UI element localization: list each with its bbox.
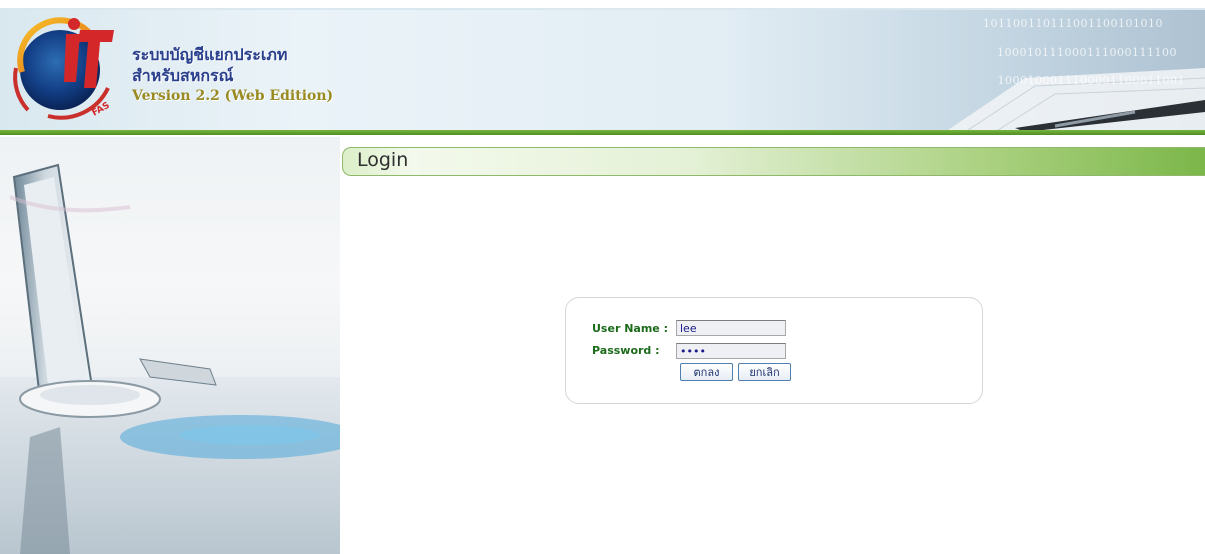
- it-logo: FAS: [13, 17, 114, 120]
- username-label: User Name :: [592, 322, 668, 335]
- monitor-photo: [0, 163, 340, 554]
- brand-block: ระบบบัญชีแยกประเภท สำหรับสหกรณ์ Version …: [132, 44, 333, 107]
- page-title: Login: [357, 149, 409, 171]
- login-title-bar: Login: [342, 147, 1205, 176]
- system-name-line2: สำหรับสหกรณ์: [132, 66, 234, 85]
- password-label: Password :: [592, 344, 660, 357]
- page-header: FAS ระบบบัญชีแยกประเภท สำหรับสหกรณ์ Vers…: [0, 8, 1205, 132]
- username-input[interactable]: [676, 320, 786, 336]
- password-input[interactable]: [676, 343, 786, 359]
- login-form: User Name : Password : ตกลง ยกเลิก: [565, 297, 983, 404]
- binary-line-1: 101100110111001100101010: [983, 17, 1163, 30]
- header-green-bar: [0, 130, 1205, 135]
- version-text: Version 2.2 (Web Edition): [132, 88, 334, 104]
- ok-button[interactable]: ตกลง: [680, 363, 733, 381]
- cancel-button[interactable]: ยกเลิก: [738, 363, 791, 381]
- system-name-line1: ระบบบัญชีแยกประเภท: [132, 45, 288, 64]
- logo-badge: FAS: [91, 101, 112, 119]
- binary-line-2: 100010111000111000111100: [997, 46, 1177, 59]
- binary-line-3: 1000100011100001100011001: [997, 74, 1185, 87]
- left-photo-panel: [0, 137, 340, 554]
